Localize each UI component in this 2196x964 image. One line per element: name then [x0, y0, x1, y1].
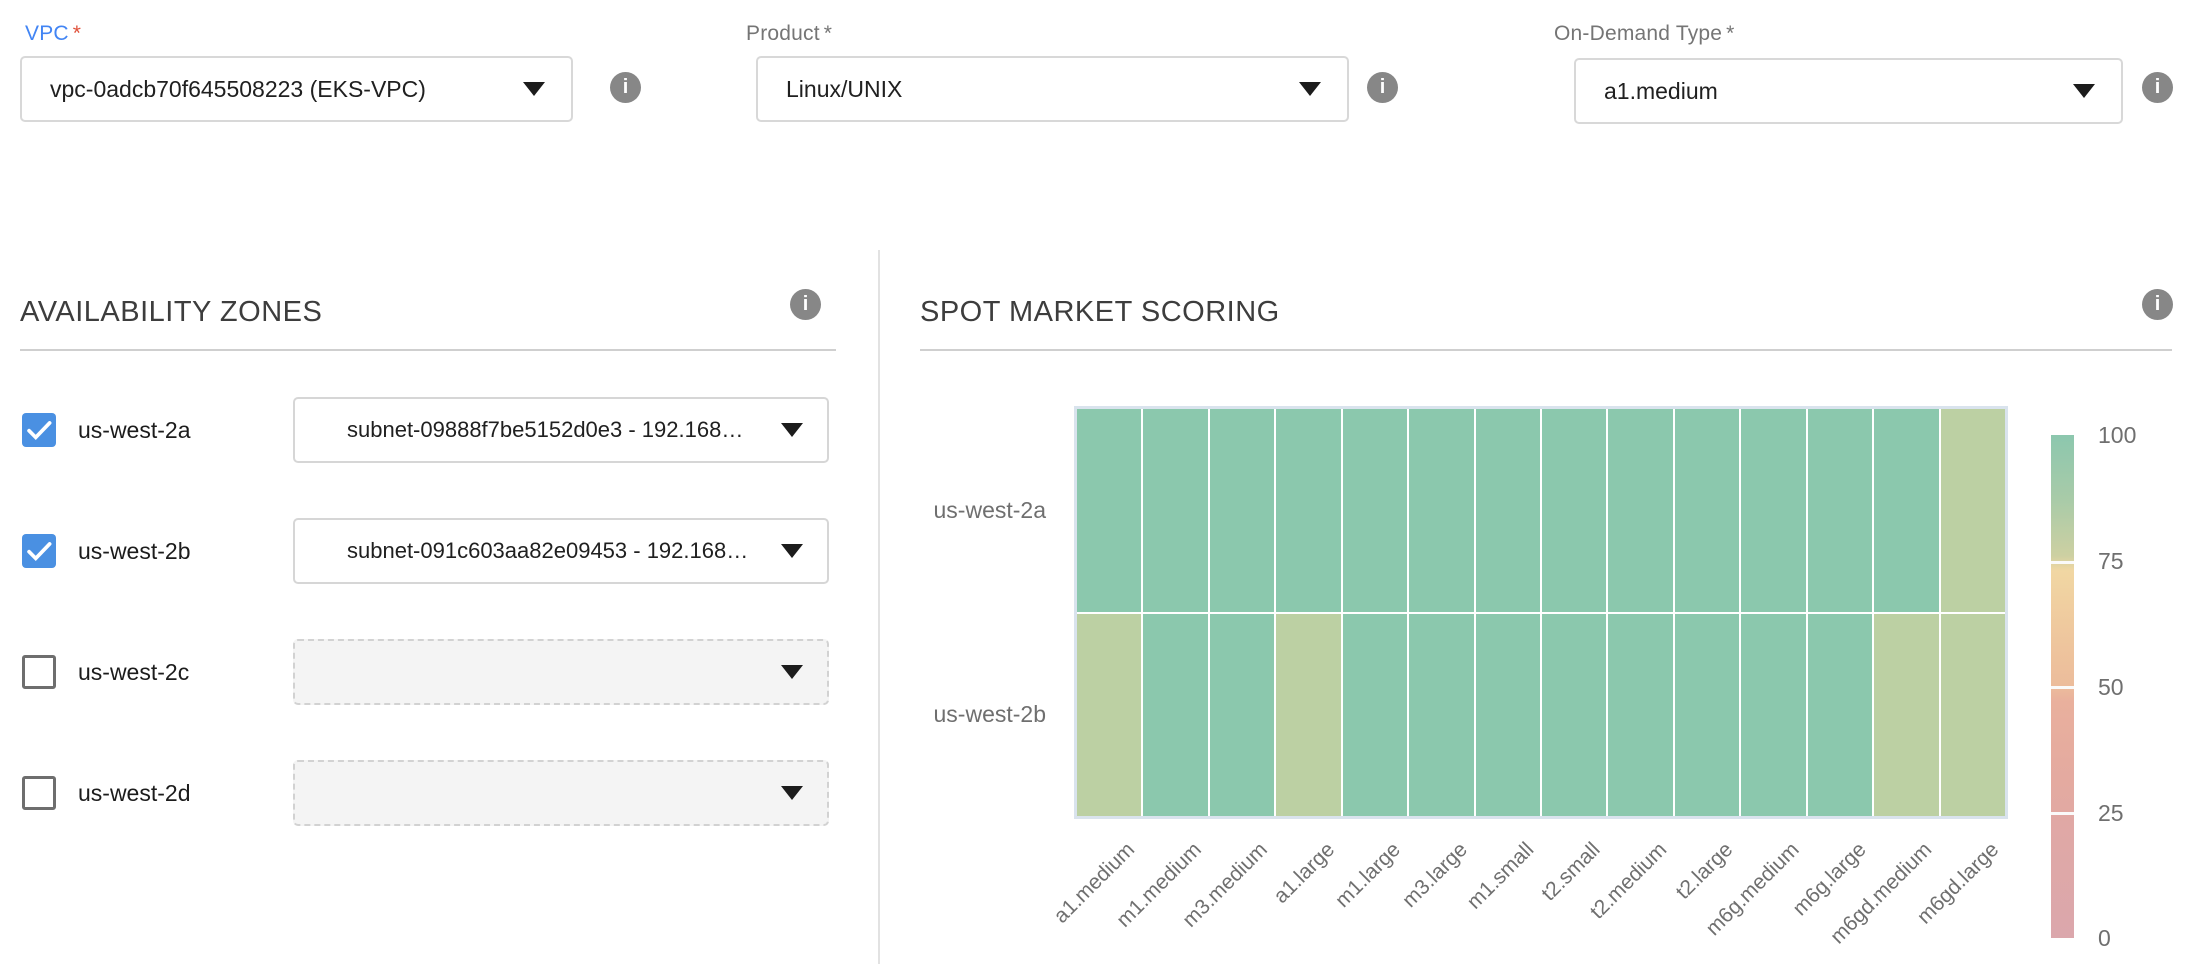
heatmap-cell-us-west-2b-m6gd.medium[interactable]: [1874, 614, 1938, 817]
required-asterisk: *: [1726, 22, 1734, 45]
heatmap-column-label: t2.large: [1672, 838, 1739, 905]
heatmap-cell-us-west-2b-m6g.large[interactable]: [1808, 614, 1872, 817]
heatmap-cell-us-west-2a-m1.medium[interactable]: [1143, 409, 1207, 612]
chevron-down-icon: [781, 423, 803, 437]
heatmap-cell-us-west-2b-m1.large[interactable]: [1343, 614, 1407, 817]
spot-scoring-heatmap: [1074, 406, 2008, 819]
heatmap-cell-us-west-2a-m1.small[interactable]: [1476, 409, 1540, 612]
chevron-down-icon: [781, 544, 803, 558]
heatmap-cell-us-west-2b-a1.large[interactable]: [1276, 614, 1340, 817]
chevron-down-icon: [523, 82, 545, 96]
checkmark-icon: [22, 534, 56, 568]
required-asterisk: *: [73, 22, 81, 45]
legend-tick: [2051, 686, 2074, 689]
info-icon[interactable]: i: [2142, 289, 2173, 320]
heatmap-cell-us-west-2a-m1.large[interactable]: [1343, 409, 1407, 612]
heatmap-cell-us-west-2a-m6gd.medium[interactable]: [1874, 409, 1938, 612]
az-subnet-value: subnet-09888f7be5152d0e3 - 192.168…: [295, 417, 781, 443]
availability-zones-title: AVAILABILITY ZONES: [20, 296, 322, 329]
az-checkbox-us-west-2a[interactable]: [22, 413, 56, 447]
heatmap-cell-us-west-2b-t2.small[interactable]: [1542, 614, 1606, 817]
product-label: Product*: [746, 22, 832, 46]
product-select-value: Linux/UNIX: [758, 76, 1299, 103]
heatmap-column-label: m3.large: [1398, 838, 1473, 913]
info-icon[interactable]: i: [1367, 72, 1398, 103]
chevron-down-icon: [781, 786, 803, 800]
az-checkbox-us-west-2c[interactable]: [22, 655, 56, 689]
az-checkbox-us-west-2b[interactable]: [22, 534, 56, 568]
legend-tick: [2051, 561, 2074, 564]
on-demand-type-label: On-Demand Type*: [1554, 22, 1735, 46]
heatmap-cell-us-west-2b-m6gd.large[interactable]: [1941, 614, 2005, 817]
legend-tick-label: 25: [2098, 800, 2124, 826]
heatmap-cell-us-west-2a-m3.medium[interactable]: [1210, 409, 1274, 612]
vpc-select-value: vpc-0adcb70f645508223 (EKS-VPC): [22, 76, 523, 103]
legend-tick-label: 100: [2098, 422, 2136, 448]
heatmap-cell-us-west-2a-m6gd.large[interactable]: [1941, 409, 2005, 612]
az-zone-label: us-west-2d: [78, 780, 190, 807]
az-checkbox-us-west-2d[interactable]: [22, 776, 56, 810]
heatmap-row-label: us-west-2b: [890, 700, 1046, 728]
heatmap-cell-us-west-2a-t2.medium[interactable]: [1608, 409, 1672, 612]
legend-tick-label: 75: [2098, 548, 2124, 574]
heatmap-column-label: m1.small: [1462, 838, 1538, 914]
heatmap-cell-us-west-2a-m6g.large[interactable]: [1808, 409, 1872, 612]
checkmark-icon: [22, 413, 56, 447]
az-subnet-select-us-west-2b[interactable]: subnet-091c603aa82e09453 - 192.168…: [293, 518, 829, 584]
info-icon[interactable]: i: [2142, 72, 2173, 103]
az-zone-label: us-west-2c: [78, 659, 189, 686]
heatmap-cell-us-west-2b-m3.large[interactable]: [1409, 614, 1473, 817]
heatmap-column-label: t2.small: [1537, 838, 1605, 906]
chevron-down-icon: [781, 665, 803, 679]
az-subnet-value: subnet-091c603aa82e09453 - 192.168…: [295, 538, 781, 564]
heatmap-cell-us-west-2b-t2.medium[interactable]: [1608, 614, 1672, 817]
heatmap-cell-us-west-2b-m3.medium[interactable]: [1210, 614, 1274, 817]
heatmap-cell-us-west-2b-t2.large[interactable]: [1675, 614, 1739, 817]
heatmap-cell-us-west-2a-m3.large[interactable]: [1409, 409, 1473, 612]
legend-tick-label: 0: [2098, 925, 2111, 951]
az-subnet-select-us-west-2d[interactable]: [293, 760, 829, 826]
heatmap-cell-us-west-2b-a1.medium[interactable]: [1077, 614, 1141, 817]
heatmap-cell-us-west-2a-a1.large[interactable]: [1276, 409, 1340, 612]
heatmap-column-label: a1.large: [1269, 838, 1340, 909]
heatmap-cell-us-west-2a-t2.small[interactable]: [1542, 409, 1606, 612]
heatmap-cell-us-west-2a-t2.large[interactable]: [1675, 409, 1739, 612]
heatmap-row-label: us-west-2a: [890, 496, 1046, 524]
heatmap-color-legend: [2051, 435, 2074, 938]
divider: [20, 349, 836, 351]
chevron-down-icon: [2073, 84, 2095, 98]
heatmap-cell-us-west-2b-m1.medium[interactable]: [1143, 614, 1207, 817]
required-asterisk: *: [824, 22, 832, 45]
on-demand-type-select-value: a1.medium: [1576, 78, 2073, 105]
product-select[interactable]: Linux/UNIX: [756, 56, 1349, 122]
heatmap-cell-us-west-2b-m6g.medium[interactable]: [1741, 614, 1805, 817]
heatmap-cell-us-west-2a-a1.medium[interactable]: [1077, 409, 1141, 612]
heatmap-cell-us-west-2b-m1.small[interactable]: [1476, 614, 1540, 817]
heatmap-cell-us-west-2a-m6g.medium[interactable]: [1741, 409, 1805, 612]
spot-market-scoring-title: SPOT MARKET SCORING: [920, 296, 1280, 329]
chevron-down-icon: [1299, 82, 1321, 96]
divider: [920, 349, 2172, 351]
vpc-select[interactable]: vpc-0adcb70f645508223 (EKS-VPC): [20, 56, 573, 122]
vpc-label: VPC*: [25, 22, 81, 46]
info-icon[interactable]: i: [790, 289, 821, 320]
legend-tick-label: 50: [2098, 674, 2124, 700]
az-subnet-select-us-west-2c[interactable]: [293, 639, 829, 705]
info-icon[interactable]: i: [610, 72, 641, 103]
legend-tick: [2051, 812, 2074, 815]
panel-divider: [878, 250, 880, 964]
heatmap-column-label: m1.large: [1331, 838, 1406, 913]
az-subnet-select-us-west-2a[interactable]: subnet-09888f7be5152d0e3 - 192.168…: [293, 397, 829, 463]
az-zone-label: us-west-2a: [78, 417, 190, 444]
az-zone-label: us-west-2b: [78, 538, 190, 565]
on-demand-type-select[interactable]: a1.medium: [1574, 58, 2123, 124]
